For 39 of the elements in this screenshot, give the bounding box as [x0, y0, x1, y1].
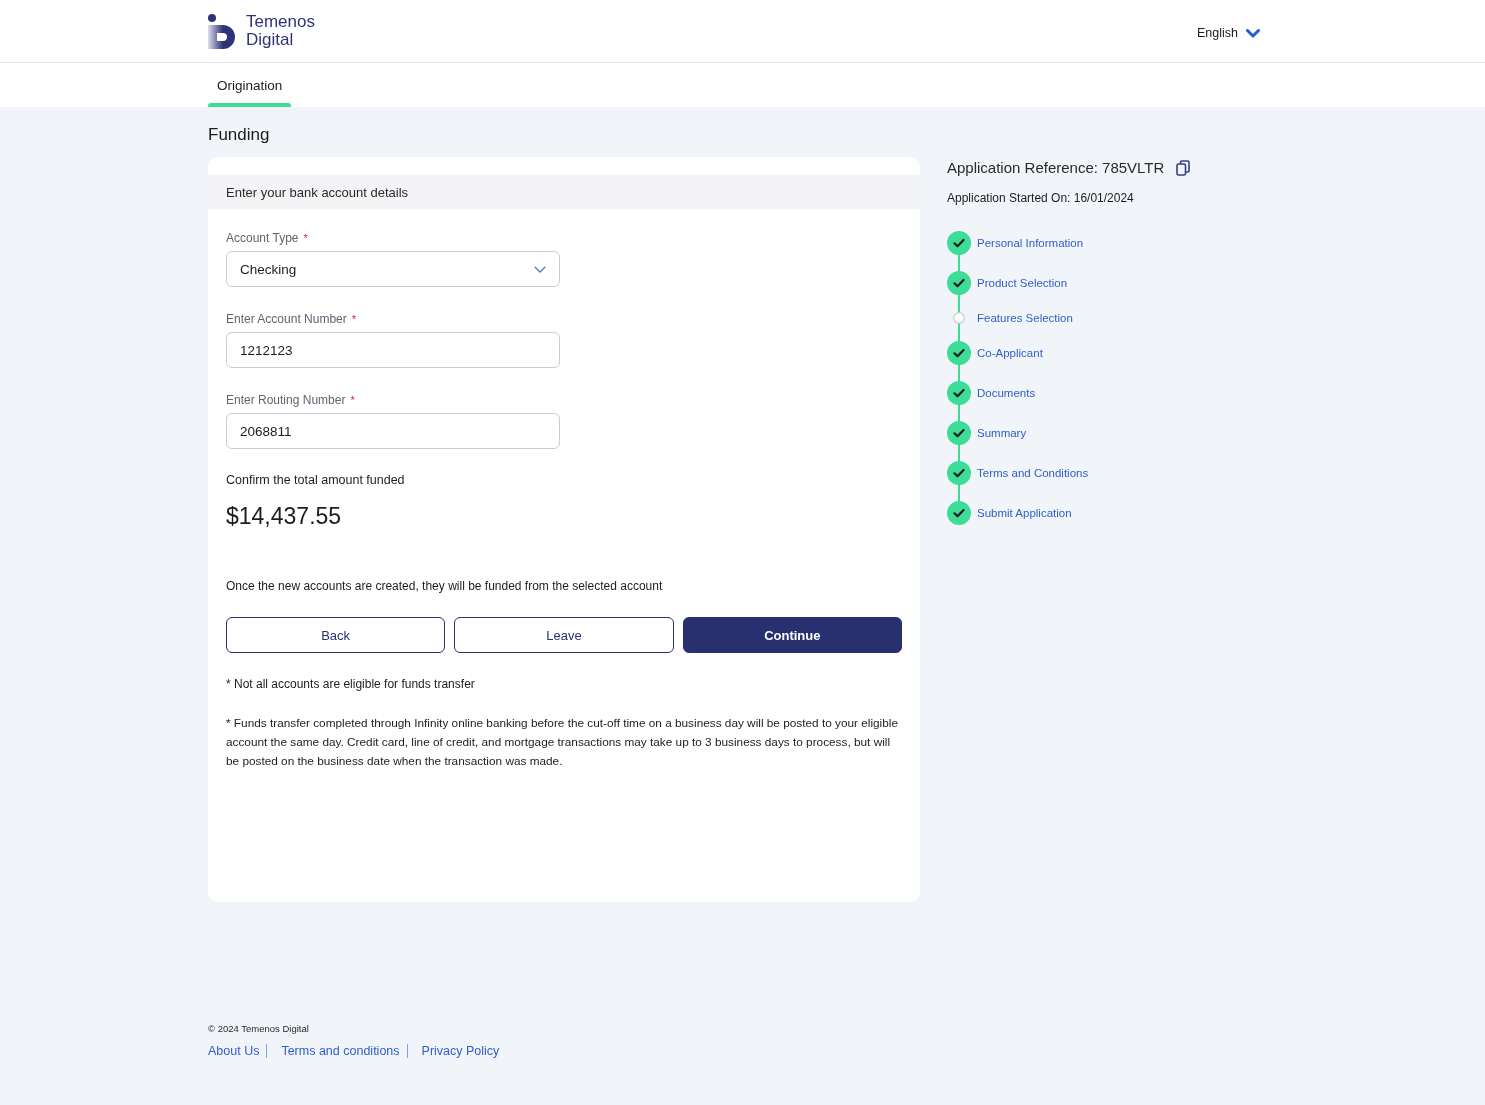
- outline-button[interactable]: Back: [226, 617, 446, 653]
- footer-link[interactable]: About Us: [208, 1042, 260, 1060]
- step-link[interactable]: Documents: [977, 387, 1036, 399]
- tab[interactable]: Origination: [208, 63, 292, 107]
- amount-label: Confirm the total amount funded: [226, 472, 406, 488]
- application-started: Application Started On: 16/01/2024: [947, 190, 1135, 206]
- input-field[interactable]: 1212123: [226, 332, 560, 368]
- page-title: Funding: [208, 124, 271, 146]
- notice-text: Once the new accounts are created, they will be funded from the selected account: [226, 578, 664, 594]
- language-selector[interactable]: English: [1197, 26, 1260, 40]
- outline-button[interactable]: Leave: [454, 617, 674, 653]
- application-reference: Application Reference: 785VLTR: [947, 158, 1165, 178]
- chevron-down-icon: [534, 265, 546, 273]
- primary-button[interactable]: Continue: [682, 617, 902, 653]
- required-mark: *: [303, 231, 308, 246]
- step-link[interactable]: Product Selection: [977, 277, 1068, 289]
- chevron-down-icon: [1246, 28, 1260, 38]
- step-link[interactable]: Terms and Conditions: [977, 467, 1089, 479]
- footnote: * Funds transfer completed through Infinity online banking before the cut-off time on a business day will be posted to your eligible account the same day. Credit card, line of credit, and mortgage transactions may take up to 3 business days to process, but will be posted on the business date when the transaction was made.: [226, 715, 899, 770]
- amount-value: $14,437.55: [226, 502, 343, 530]
- footer-link[interactable]: Privacy Policy: [421, 1042, 500, 1060]
- step-link[interactable]: Features Selection: [977, 312, 1073, 324]
- required-mark: *: [350, 393, 355, 408]
- field-label: Enter Routing Number: [226, 392, 346, 408]
- field-label: Account Type: [226, 230, 299, 246]
- field-label: Enter Account Number: [226, 311, 347, 327]
- copyright-text: © 2024 Temenos Digital: [208, 1023, 310, 1035]
- step-link[interactable]: Co-Applicant: [977, 347, 1043, 359]
- section-header: Enter your bank account details: [208, 175, 920, 209]
- required-mark: *: [351, 312, 356, 327]
- footer-link[interactable]: Terms and conditions: [281, 1042, 400, 1060]
- step-link[interactable]: Personal Information: [977, 237, 1084, 249]
- step-link[interactable]: Submit Application: [977, 507, 1072, 519]
- step-link[interactable]: Summary: [977, 427, 1027, 439]
- footnote: * Not all accounts are eligible for funds transfer: [226, 676, 476, 692]
- copy-icon[interactable]: [1176, 160, 1191, 176]
- brand-name: Temenos Digital: [246, 13, 315, 49]
- input-field[interactable]: 2068811: [226, 413, 560, 449]
- dropdown-field[interactable]: Checking: [226, 251, 560, 287]
